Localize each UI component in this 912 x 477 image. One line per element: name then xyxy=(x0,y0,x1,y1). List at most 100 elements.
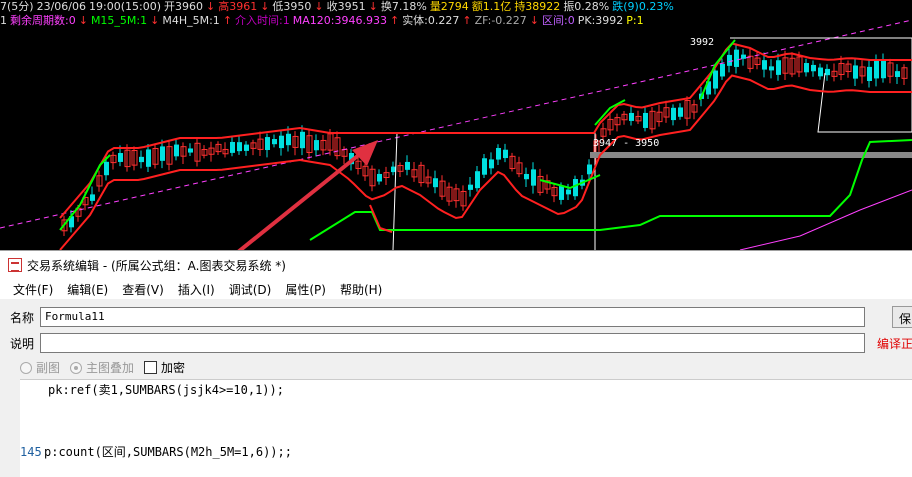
code-editor[interactable]: pk:ref(卖1,SUMBARS(jsjk4>=10,1)); 145 p:co… xyxy=(20,379,912,477)
info-bar-segment: 量2794 xyxy=(429,0,469,13)
candle-body xyxy=(867,66,872,81)
candle-body xyxy=(237,142,242,152)
info-bar2-segment: ↓ xyxy=(78,14,88,27)
info-bar-segment: 低3950 xyxy=(272,0,312,13)
candle-body xyxy=(433,178,438,188)
app-icon xyxy=(8,258,22,272)
info-bar2-segment: ↑ xyxy=(462,14,472,27)
info-bar-segment: 额1.1亿 xyxy=(471,0,512,13)
info-bar-segment: 跌(9)0.23% xyxy=(612,0,674,13)
code-line-1: pk:ref(卖1,SUMBARS(jsjk4>=10,1)); xyxy=(48,383,284,397)
candle-body xyxy=(720,63,725,77)
description-label: 说明 xyxy=(9,336,34,351)
encrypt-option[interactable]: 加密 xyxy=(144,359,185,376)
candle-body xyxy=(244,144,249,151)
candle-body xyxy=(853,65,858,79)
candle-body xyxy=(762,60,767,70)
sub-chart-radio[interactable] xyxy=(20,361,32,374)
candle-body xyxy=(713,70,718,89)
editor-title: 交易系统编辑 - (所属公式组：A.图表交易系统 *) xyxy=(27,258,286,273)
candle-body xyxy=(90,194,95,201)
main-overlay-radio[interactable] xyxy=(70,361,83,374)
info-bar2-segment: 实体:0.227 xyxy=(402,14,460,27)
ma-line xyxy=(739,189,912,251)
info-bar2-segment: 1 xyxy=(0,14,7,27)
info-bar2-segment: MA120:3946.933 xyxy=(292,14,387,27)
menu-view[interactable]: 查看(V) xyxy=(115,281,171,298)
menu-insert[interactable]: 插入(I) xyxy=(171,281,222,298)
candle-body xyxy=(671,107,676,121)
candle-body xyxy=(566,189,571,195)
encrypt-checkbox[interactable] xyxy=(144,361,158,374)
info-bar2-segment: ↓ xyxy=(150,14,160,27)
info-bar-segment: 开3960 xyxy=(163,0,203,13)
sub-chart-label: 副图 xyxy=(36,361,61,375)
candle-body xyxy=(104,161,109,176)
description-input[interactable] xyxy=(40,333,865,353)
info-bar-segment: 持38922 xyxy=(514,0,561,13)
info-bar-segment: 高3961 xyxy=(218,0,258,13)
candle-body xyxy=(300,131,305,149)
candle-body xyxy=(531,169,536,186)
menu-file[interactable]: 文件(F) xyxy=(6,281,60,298)
main-overlay-option[interactable]: 主图叠加 xyxy=(70,359,134,376)
line-number: 145 xyxy=(20,445,42,459)
candles xyxy=(61,43,908,237)
candle-body xyxy=(895,71,900,78)
upper-band-line xyxy=(59,42,912,219)
main-overlay-label: 主图叠加 xyxy=(86,361,135,375)
candle-body xyxy=(489,159,494,169)
info-bar2-segment: M15_5M:1 xyxy=(90,14,148,27)
red-drop-line xyxy=(369,204,393,233)
candle-body xyxy=(727,54,732,66)
code-line-2-text: p:count(区间,SUMBARS(M2h_5M=1,6));; xyxy=(44,445,292,459)
info-bar-segment: 19:00(15:00) xyxy=(89,0,161,13)
candle-body xyxy=(482,158,487,175)
info-bar2-segment: ↑ xyxy=(389,14,400,27)
candle-body xyxy=(587,164,592,175)
info-bar2-segment: PK:3992 xyxy=(577,14,624,27)
candle-body xyxy=(734,49,739,67)
candle-body xyxy=(559,186,564,200)
name-input[interactable]: Formula11 xyxy=(40,307,865,327)
candle-body xyxy=(643,112,648,128)
candle-body xyxy=(230,141,235,153)
candle-body xyxy=(405,161,410,170)
encrypt-label: 加密 xyxy=(161,361,186,375)
editor-gutter xyxy=(0,379,20,477)
candle-body xyxy=(265,137,270,151)
info-bar2-segment: ↓ xyxy=(529,14,540,27)
formula-editor-window: 交易系统编辑 - (所属公式组：A.图表交易系统 *) 文件(F) 编辑(E) … xyxy=(0,250,912,477)
editor-titlebar[interactable]: 交易系统编辑 - (所属公式组：A.图表交易系统 *) xyxy=(0,251,912,279)
candle-body xyxy=(573,179,578,197)
candle-body xyxy=(279,135,284,149)
candle-body xyxy=(160,146,165,161)
candle-body xyxy=(503,149,508,159)
candle-body xyxy=(314,140,319,151)
menu-debug[interactable]: 调试(D) xyxy=(222,281,279,298)
sub-chart-option[interactable]: 副图 xyxy=(20,359,60,376)
range-price-label: 3947 - 3950 xyxy=(593,138,660,149)
quote-info-bar: 7(5分) 23/06/06 19:00(15:00) 开3960 ↓ 高3961 ↓ 低39… xyxy=(0,0,912,14)
candle-body xyxy=(769,66,774,71)
save-button[interactable]: 保 xyxy=(892,306,912,328)
candle-body xyxy=(811,64,816,72)
candle-body xyxy=(678,107,683,117)
info-bar2-segment: 区间:0 xyxy=(542,14,575,27)
candle-body xyxy=(629,112,634,121)
menu-help[interactable]: 帮助(H) xyxy=(333,281,389,298)
green-band-seg xyxy=(699,39,736,101)
candle-body xyxy=(188,148,193,153)
candle-body xyxy=(272,139,277,145)
menu-properties[interactable]: 属性(P) xyxy=(278,281,333,298)
info-bar-segment: ↓ xyxy=(314,0,324,13)
candle-body xyxy=(468,184,473,190)
candle-body xyxy=(818,67,823,77)
candle-body xyxy=(741,54,746,59)
candle-body xyxy=(475,171,480,189)
indicator-info-bar: 1 剩余周期数:0 ↓ M15_5M:1 ↓ M4H_5M:1 ↑ 介入时间:1 MA120:3… xyxy=(0,14,912,28)
candle-body xyxy=(286,133,291,146)
menu-edit[interactable]: 编辑(E) xyxy=(60,281,115,298)
candle-body xyxy=(881,60,886,79)
info-bar-segment: 换7.18% xyxy=(380,0,427,13)
